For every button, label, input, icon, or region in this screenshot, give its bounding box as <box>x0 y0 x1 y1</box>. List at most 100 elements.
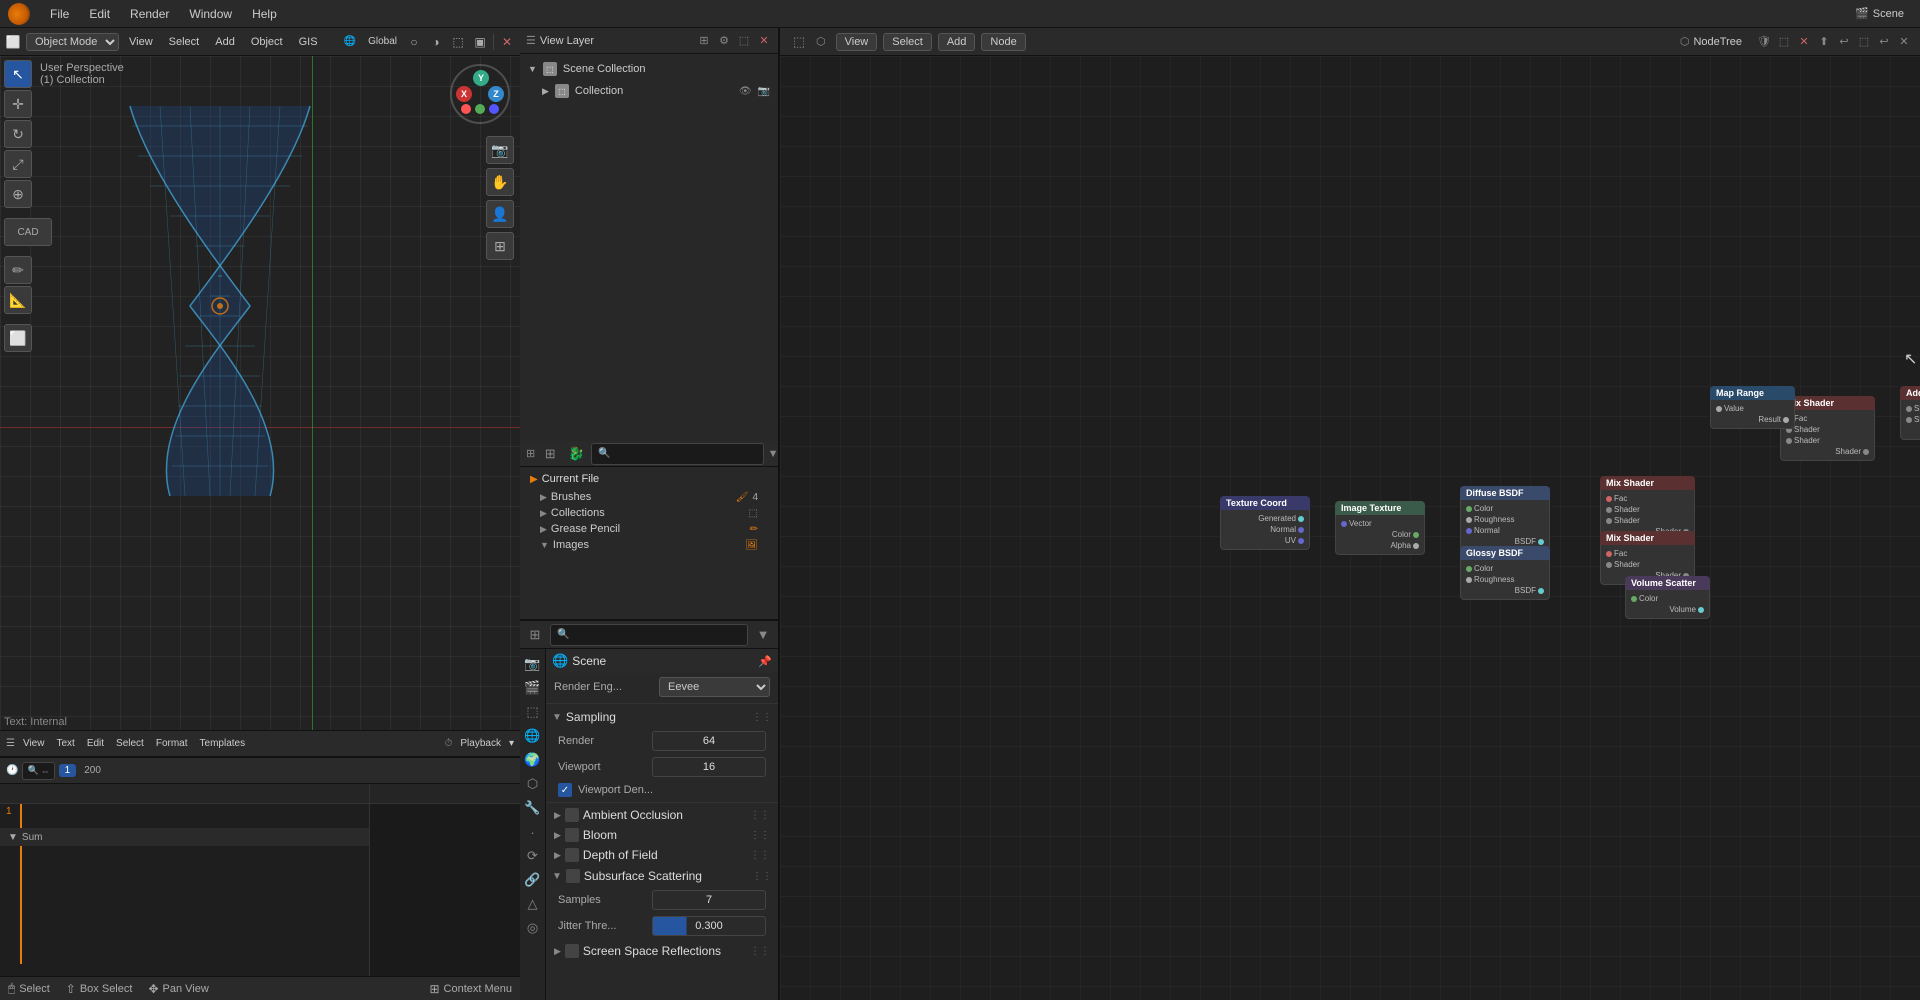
playback-label[interactable]: Playback <box>460 738 501 749</box>
frame-end[interactable]: 200 <box>84 765 101 776</box>
db-search-input[interactable] <box>615 448 757 460</box>
vp-menu-select[interactable]: Select <box>116 738 144 749</box>
node-menu-select[interactable]: Select <box>883 33 932 51</box>
sampling-menu-dots[interactable]: ⋮⋮ <box>752 712 772 723</box>
vp-menu-format[interactable]: Format <box>156 738 188 749</box>
props-collapse-btn[interactable]: ▼ <box>752 624 774 646</box>
node-tex-coord[interactable]: Texture Coord Generated Normal UV <box>1220 496 1310 550</box>
timeline-search[interactable]: 🔍 ⇔ <box>22 762 54 780</box>
viewport-xray-icon[interactable]: ⬚ <box>449 33 467 51</box>
dof-checkbox[interactable] <box>565 848 579 862</box>
tool-ghost[interactable]: 👤 <box>486 200 514 228</box>
tool-measure[interactable]: 📐 <box>4 286 32 314</box>
gizmo-x[interactable]: X <box>456 86 472 102</box>
node-menu-node[interactable]: Node <box>981 33 1025 51</box>
render-samples-value[interactable]: 64 <box>652 731 766 751</box>
prop-icon-data[interactable]: △ <box>522 893 544 915</box>
gizmo-y[interactable]: Y <box>473 70 489 86</box>
sss-header[interactable]: ▼ Subsurface Scattering ⋮⋮ <box>546 865 778 887</box>
node-tool-4[interactable]: ↩ <box>1876 34 1892 50</box>
menu-view-3d[interactable]: View <box>123 34 159 50</box>
node-tool-3[interactable]: ⬚ <box>1856 34 1872 50</box>
db-type-btn[interactable]: 🐉 <box>565 443 587 465</box>
transform-mode[interactable]: Global <box>364 36 401 47</box>
node-copy-icon[interactable]: ⬚ <box>1776 34 1792 50</box>
prop-icon-constraints[interactable]: 🔗 <box>522 869 544 891</box>
tool-annotate[interactable]: ✏ <box>4 256 32 284</box>
scene-pin-btn[interactable]: 📌 <box>758 655 772 668</box>
menu-window[interactable]: Window <box>179 5 242 23</box>
collapse-arrow[interactable]: ▼ <box>4 832 22 843</box>
outliner-fullscreen-icon[interactable]: ⬚ <box>736 33 752 49</box>
prop-icon-material[interactable]: ◎ <box>522 917 544 939</box>
menu-add-3d[interactable]: Add <box>209 34 241 50</box>
tool-hand[interactable]: ✋ <box>486 168 514 196</box>
node-canvas[interactable]: Mix Shader Fac Shader Shader Shader Diff… <box>780 56 1920 1000</box>
current-frame[interactable]: 1 <box>59 764 77 777</box>
camera-icon-outliner[interactable]: 📷 <box>758 86 770 97</box>
node-glossy[interactable]: Glossy BSDF Color Roughness BSDF <box>1460 546 1550 600</box>
current-file-section[interactable]: ▶ Current File <box>524 469 774 489</box>
object-mode-select[interactable]: Object Mode <box>26 33 119 51</box>
menu-file[interactable]: File <box>40 5 79 23</box>
menu-object-3d[interactable]: Object <box>245 34 289 50</box>
sss-menu-dots[interactable]: ⋮⋮ <box>752 871 772 882</box>
eye-icon[interactable]: 👁 <box>739 86 752 97</box>
scene-collection-item[interactable]: ▼ ⬚ Scene Collection <box>524 58 774 80</box>
transform-icon[interactable]: 🌐 <box>340 36 360 47</box>
viewport-close-btn[interactable]: ✕ <box>498 33 516 51</box>
depth-of-field-section[interactable]: ▶ Depth of Field ⋮⋮ <box>546 845 778 865</box>
tool-rotate[interactable]: ↻ <box>4 120 32 148</box>
menu-help[interactable]: Help <box>242 5 287 23</box>
images-item[interactable]: ▼ Images 🖼 <box>524 537 774 553</box>
viewport-wireframe-icon[interactable]: ▣ <box>471 33 489 51</box>
viewport-mode-icon[interactable]: ⬜ <box>4 33 22 51</box>
ssr-menu-dots[interactable]: ⋮⋮ <box>750 946 770 957</box>
dof-menu-dots[interactable]: ⋮⋮ <box>750 850 770 861</box>
prop-icon-scene[interactable]: 🌐 <box>522 725 544 747</box>
timeline-type-icon[interactable]: 🕐 <box>6 765 18 776</box>
db-search[interactable]: 🔍 <box>591 443 763 465</box>
blender-logo[interactable] <box>8 3 30 25</box>
node-image-texture[interactable]: Image Texture Vector Color Alpha <box>1335 501 1425 555</box>
timeline-right[interactable] <box>370 784 520 976</box>
tool-select[interactable]: ↖ <box>4 60 32 88</box>
prop-icon-particles[interactable]: · <box>522 821 544 843</box>
tool-move[interactable]: ✛ <box>4 90 32 118</box>
prop-icon-view-layer[interactable]: ⬚ <box>522 701 544 723</box>
viewport-shading-icon[interactable]: ◑ <box>427 33 445 51</box>
node-diffuse[interactable]: Diffuse BSDF Color Roughness Normal BSDF <box>1460 486 1550 551</box>
sss-jitter-value[interactable]: 0.300 <box>652 916 766 936</box>
brushes-item[interactable]: ▶ Brushes 🖌 4 <box>524 489 774 505</box>
props-search-input[interactable] <box>573 629 741 641</box>
viewport-denoise-checkbox[interactable]: ✓ <box>558 783 572 797</box>
viewport-type-icon[interactable]: ☰ <box>6 738 15 749</box>
sss-checkbox[interactable] <box>566 869 580 883</box>
bloom-checkbox[interactable] <box>565 828 579 842</box>
ssr-checkbox[interactable] <box>565 944 579 958</box>
sampling-header[interactable]: ▼ Sampling ⋮⋮ <box>546 706 778 728</box>
node-shield-icon[interactable]: 🛡 <box>1756 34 1772 50</box>
node-type-icon[interactable]: ⬚ <box>788 31 810 53</box>
nodetree-selector[interactable]: ⬡ NodeTree <box>1680 35 1742 48</box>
viewport-3d[interactable]: ↖ ✛ ↻ ⤢ ⊕ CAD ✏ 📐 ⬜ User Perspective (1)… <box>0 56 520 730</box>
node-menu-add[interactable]: Add <box>938 33 976 51</box>
outliner-filter-icon[interactable]: ⊞ <box>696 33 712 49</box>
node-add-shader[interactable]: Add Shader Shader Shader Shader <box>1900 386 1920 440</box>
vp-menu-templates[interactable]: Templates <box>200 738 246 749</box>
node-tool-1[interactable]: ⬆ <box>1816 34 1832 50</box>
menu-edit[interactable]: Edit <box>79 5 120 23</box>
vp-menu-text[interactable]: Text <box>56 738 74 749</box>
render-engine-select[interactable]: Eevee <box>659 677 770 697</box>
db-settings-btn[interactable]: ⊞ <box>539 443 561 465</box>
menu-render[interactable]: Render <box>120 5 179 23</box>
gizmo-z[interactable]: Z <box>488 86 504 102</box>
menu-select-3d[interactable]: Select <box>163 34 206 50</box>
prop-icon-output[interactable]: 🎬 <box>522 677 544 699</box>
props-settings-btn[interactable]: ⊞ <box>524 624 546 646</box>
node-close-icon[interactable]: ✕ <box>1796 34 1812 50</box>
ao-menu-dots[interactable]: ⋮⋮ <box>750 810 770 821</box>
sss-samples-value[interactable]: 7 <box>652 890 766 910</box>
prop-icon-physics[interactable]: ⟳ <box>522 845 544 867</box>
tool-add[interactable]: ⬜ <box>4 324 32 352</box>
